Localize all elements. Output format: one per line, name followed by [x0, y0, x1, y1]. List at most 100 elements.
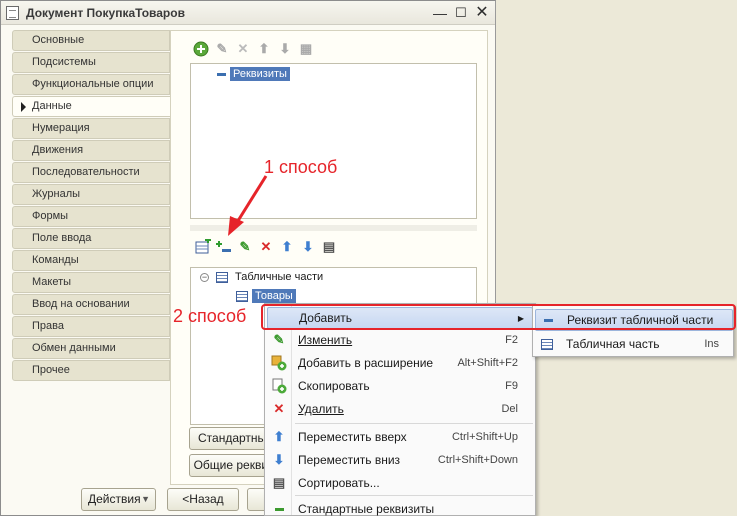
attribute-icon — [217, 72, 226, 76]
sort-icon[interactable]: ▦ — [298, 41, 314, 57]
context-menu: Добавить ▶ ✎ Изменить F2 Добавить в расш… — [264, 303, 536, 516]
tab-label: Макеты — [32, 276, 72, 288]
section-tabs: Основные Подсистемы Функциональные опции… — [12, 30, 172, 382]
menu-item-label: Добавить в расширение — [298, 356, 434, 370]
highlight-frame — [261, 304, 736, 330]
arrow-down-icon[interactable]: ⬇ — [277, 41, 293, 57]
tree-node-label: Реквизиты — [230, 67, 290, 81]
tree-node-label: Табличные части — [235, 271, 324, 283]
menu-item-shortcut: F2 — [505, 334, 518, 346]
pencil-icon[interactable]: ✎ — [214, 41, 230, 57]
extension-add-icon — [267, 355, 291, 371]
tab-label: Формы — [32, 210, 69, 222]
tab-data[interactable]: Данные — [12, 96, 172, 117]
tab-label: Команды — [32, 254, 79, 266]
arrow-down-icon[interactable]: ⬇ — [300, 239, 316, 255]
actions-button[interactable]: Действия ▼ — [81, 488, 156, 511]
tab-label: Ввод на основании — [32, 298, 130, 310]
menu-item-label: Сортировать... — [298, 476, 380, 490]
table-icon — [216, 271, 228, 283]
tree-node-tabular-parts[interactable]: − Табличные части — [200, 271, 323, 283]
tab-input-field[interactable]: Поле ввода — [12, 228, 170, 249]
tab-label: Функциональные опции — [32, 78, 154, 90]
arrow-up-icon[interactable]: ⬆ — [279, 239, 295, 255]
tab-templates[interactable]: Макеты — [12, 272, 170, 293]
menu-separator — [295, 495, 533, 496]
tab-subsystems[interactable]: Подсистемы — [12, 52, 170, 73]
tab-label: Прочее — [32, 364, 70, 376]
tree-node-attributes[interactable]: Реквизиты — [217, 67, 290, 81]
menu-item-move-up[interactable]: ⬆ Переместить вверх Ctrl+Shift+Up — [267, 426, 533, 448]
menu-item-edit[interactable]: ✎ Изменить F2 — [267, 329, 533, 351]
menu-item-standard-attributes[interactable]: Стандартные реквизиты — [267, 498, 533, 516]
menu-item-label: Изменить — [298, 333, 353, 347]
window-title: Документ ПокупкаТоваров — [26, 6, 185, 20]
menu-item-shortcut: Alt+Shift+F2 — [457, 357, 518, 369]
tab-data-exchange[interactable]: Обмен данными — [12, 338, 170, 359]
chevron-down-icon: ▼ — [141, 494, 150, 504]
delete-icon[interactable]: ✕ — [235, 41, 251, 57]
tab-numbering[interactable]: Нумерация — [12, 118, 170, 139]
table-icon — [236, 290, 248, 302]
arrow-up-icon[interactable]: ⬆ — [256, 41, 272, 57]
tab-label: Движения — [32, 144, 84, 156]
tab-other[interactable]: Прочее — [12, 360, 170, 381]
red-arrow-icon — [228, 175, 268, 236]
tab-forms[interactable]: Формы — [12, 206, 170, 227]
menu-item-shortcut: Ins — [704, 338, 719, 350]
minus-icon — [267, 507, 291, 511]
menu-item-sort[interactable]: ▤ Сортировать... — [267, 472, 533, 494]
pencil-icon: ✎ — [273, 332, 285, 347]
delete-icon: ✕ — [273, 401, 285, 416]
tab-label: Обмен данными — [32, 342, 116, 354]
menu-item-copy[interactable]: Скопировать F9 — [267, 375, 533, 397]
table-icon — [535, 338, 559, 350]
tree-node-goods[interactable]: Товары — [236, 289, 296, 303]
menu-item-move-down[interactable]: ⬇ Переместить вниз Ctrl+Shift+Down — [267, 449, 533, 471]
tab-label: Права — [32, 320, 64, 332]
close-icon[interactable]: ✕ — [473, 4, 491, 22]
add-icon[interactable] — [193, 41, 209, 57]
sort-icon: ▤ — [272, 475, 286, 490]
tab-label: Журналы — [32, 188, 81, 200]
collapse-icon[interactable]: − — [200, 272, 209, 282]
menu-item-add-to-extension[interactable]: Добавить в расширение Alt+Shift+F2 — [267, 352, 533, 374]
tab-label: Нумерация — [32, 122, 90, 134]
menu-item-label: Удалить — [298, 402, 344, 416]
tab-main[interactable]: Основные — [12, 30, 170, 51]
title-bar: Документ ПокупкаТоваров — ☐ ✕ — [1, 1, 495, 25]
tab-rights[interactable]: Права — [12, 316, 170, 337]
tab-commands[interactable]: Команды — [12, 250, 170, 271]
tab-sequences[interactable]: Последовательности — [12, 162, 170, 183]
arrow-down-icon: ⬇ — [273, 452, 285, 467]
tab-label: Подсистемы — [32, 56, 96, 68]
maximize-icon[interactable]: ☐ — [452, 4, 470, 22]
menu-item-shortcut: Del — [501, 403, 518, 415]
menu-item-shortcut: Ctrl+Shift+Up — [451, 431, 518, 443]
tab-functional-options[interactable]: Функциональные опции — [12, 74, 170, 95]
tree-node-label: Товары — [252, 289, 296, 303]
menu-item-label: Табличная часть — [566, 337, 660, 351]
sort-icon[interactable]: ▤ — [321, 239, 337, 255]
menu-item-label: Скопировать — [298, 379, 370, 393]
menu-item-delete[interactable]: ✕ Удалить Del — [267, 398, 533, 420]
tab-label: Последовательности — [32, 166, 140, 178]
add-tabular-part-icon[interactable] — [195, 239, 211, 255]
tab-label: Поле ввода — [32, 232, 92, 244]
minimize-icon[interactable]: — — [431, 4, 449, 22]
tab-label: Основные — [32, 34, 85, 46]
tab-input-based[interactable]: Ввод на основании — [12, 294, 170, 315]
menu-item-shortcut: F9 — [505, 380, 518, 392]
tab-journals[interactable]: Журналы — [12, 184, 170, 205]
annotation-way-2: 2 способ — [173, 306, 247, 326]
back-button[interactable]: <Назад — [167, 488, 239, 511]
menu-item-tabular-part[interactable]: Табличная часть Ins — [535, 333, 733, 355]
tab-label: Данные — [32, 100, 72, 112]
copy-icon — [267, 378, 291, 394]
tab-movements[interactable]: Движения — [12, 140, 170, 161]
menu-separator — [295, 423, 533, 424]
arrow-up-icon: ⬆ — [273, 429, 285, 444]
annotation-way-1: 1 способ — [264, 157, 338, 177]
menu-item-label: Переместить вверх — [298, 430, 407, 444]
actions-label: Действия — [88, 492, 141, 506]
